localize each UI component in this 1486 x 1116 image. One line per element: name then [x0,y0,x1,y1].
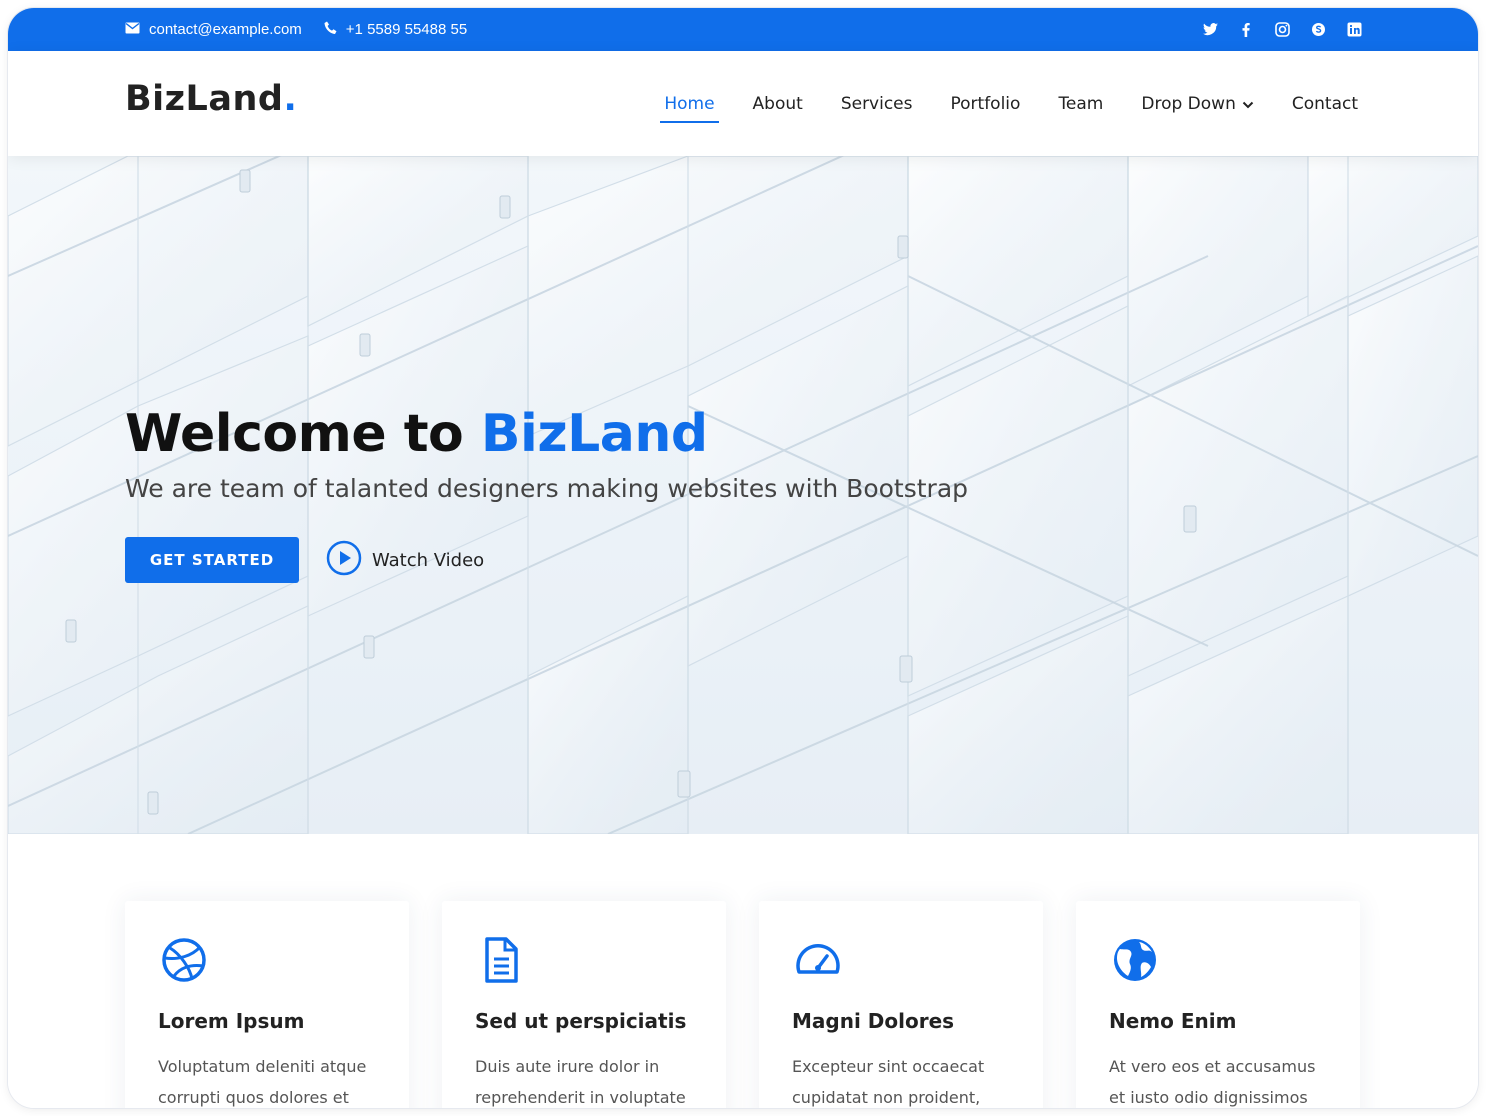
nav-dropdown[interactable]: Drop Down [1141,93,1254,114]
topbar-contact: contact@example.com +1 5589 55488 55 [125,8,467,51]
watch-video-button[interactable]: Watch Video [326,540,485,581]
nav-team[interactable]: Team [1058,94,1103,114]
service-card[interactable]: Nemo Enim At vero eos et accusamus et iu… [1076,901,1360,1108]
email-link[interactable]: contact@example.com [125,21,302,38]
phone-link[interactable]: +1 5589 55488 55 [324,21,467,39]
nav-label: Services [840,93,913,114]
play-circle-icon [326,540,362,581]
hero-title: Welcome to BizLand [125,404,708,464]
nav-home[interactable]: Home [660,93,719,123]
hero-subtitle: We are team of talanted designers making… [125,474,969,503]
hero-title-accent: BizLand [480,404,708,464]
linkedin-icon[interactable] [1346,22,1362,38]
main-nav: Home About Services Portfolio Team Drop … [660,51,1358,156]
service-description: Duis aute irure dolor in reprehenderit i… [475,1057,686,1107]
service-title: Lorem Ipsum [158,1009,305,1033]
facebook-icon[interactable] [1238,22,1254,38]
service-title: Magni Dolores [792,1009,955,1033]
dribbble-icon [160,936,208,984]
globe-icon [1111,936,1159,984]
logo-dot: . [283,79,298,119]
site-header: BizLand. Home About Services Portfolio T… [8,51,1478,156]
phone-icon [324,21,337,39]
service-card[interactable]: Sed ut perspiciatis Duis aute irure dolo… [442,901,726,1108]
get-started-button[interactable]: GET STARTED [125,537,299,583]
nav-portfolio[interactable]: Portfolio [951,94,1021,114]
hero-title-prefix: Welcome to [125,404,481,464]
service-description: Voluptatum deleniti atque corrupti quos … [158,1057,367,1107]
service-description: Excepteur sint occaecat cupidatat non pr… [792,1057,985,1107]
nav-label: About [752,93,803,114]
nav-contact[interactable]: Contact [1292,94,1358,114]
service-card[interactable]: Lorem Ipsum Voluptatum deleniti atque co… [125,901,409,1108]
nav-about[interactable]: About [753,94,803,114]
nav-label: Team [1058,93,1104,114]
logo-text: BizLand [125,79,284,119]
nav-services[interactable]: Services [841,94,913,114]
envelope-icon [125,21,140,38]
instagram-icon[interactable] [1274,22,1290,38]
topbar: contact@example.com +1 5589 55488 55 [8,8,1478,51]
service-card[interactable]: Magni Dolores Excepteur sint occaecat cu… [759,901,1043,1108]
phone-text: +1 5589 55488 55 [345,21,468,38]
nav-label: Contact [1291,93,1358,114]
nav-label: Drop Down [1141,93,1236,114]
social-links [1202,8,1362,51]
logo[interactable]: BizLand. [125,79,297,119]
twitter-icon[interactable] [1202,22,1218,38]
file-icon [477,936,525,984]
browser-frame: contact@example.com +1 5589 55488 55 Biz… [8,8,1478,1108]
watch-video-label: Watch Video [372,549,485,571]
hero-section: Welcome to BizLand We are team of talant… [8,156,1478,834]
skype-icon[interactable] [1310,22,1326,38]
service-title: Nemo Enim [1109,1009,1237,1033]
nav-label: Portfolio [950,93,1021,114]
featured-services: Lorem Ipsum Voluptatum deleniti atque co… [8,834,1478,1108]
chevron-down-icon [1242,94,1254,114]
nav-label: Home [664,93,715,114]
service-title: Sed ut perspiciatis [475,1009,687,1033]
email-text: contact@example.com [149,21,302,38]
speedometer-icon [794,936,842,984]
service-description: At vero eos et accusamus et iusto odio d… [1109,1057,1316,1107]
